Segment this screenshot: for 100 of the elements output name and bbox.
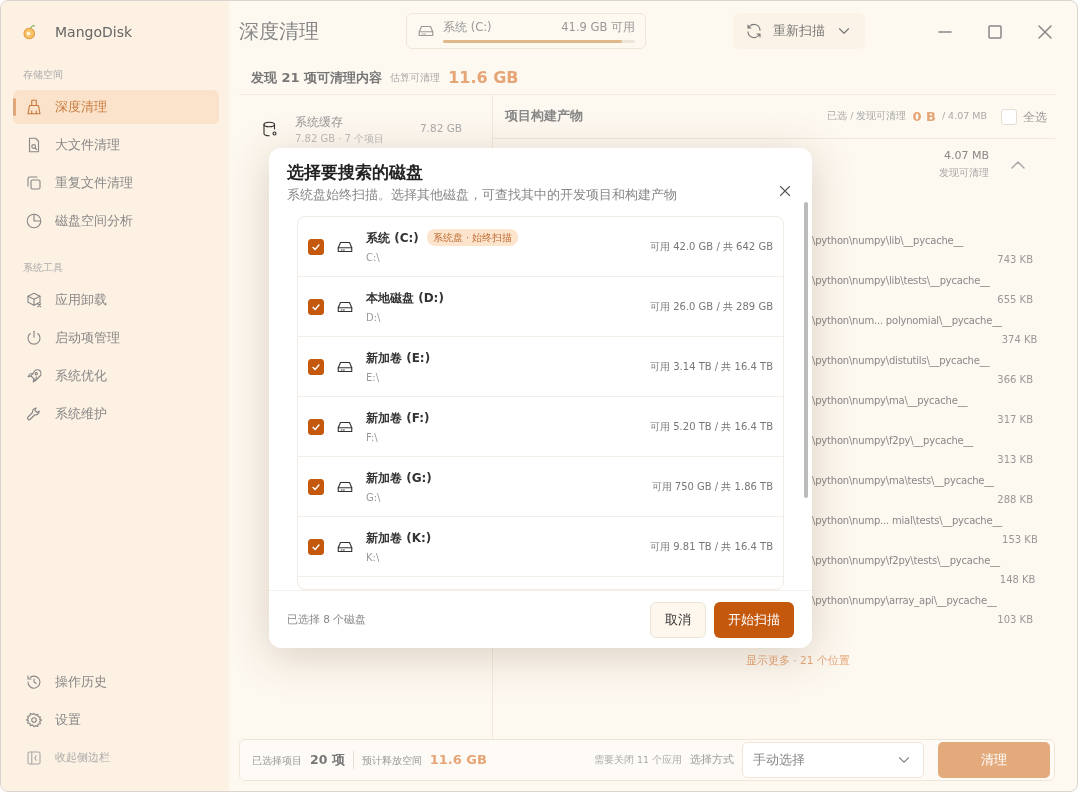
scrollbar[interactable] [804,202,808,498]
history-icon [25,673,43,691]
free-size: 11.6 GB [429,751,487,770]
drive-path: E:\ [366,370,381,385]
group-size: 4.07 MB [942,148,989,165]
drive-name: 新加卷 (K:) [366,529,432,547]
wrench-icon [25,405,43,423]
drive-checkbox[interactable] [308,478,324,495]
drive-checkbox[interactable] [308,358,324,375]
drive-path: F:\ [366,430,379,445]
pie-chart-icon [25,212,43,230]
file-path: \python\numpy\ma\__pycache__ [812,394,968,409]
start-scan-button[interactable]: 开始扫描 [714,601,794,638]
drive-name: 本地磁盘 (D:) [366,289,444,307]
file-path: \python\nump... mial\tests\__pycache__ [812,514,1003,529]
file-path: \python\numpy\lib\tests\__pycache__ [812,274,990,289]
drive-path: K:\ [366,550,381,565]
rescan-button[interactable]: 重新扫描 [733,13,865,49]
drive-path: C:\ [366,250,381,265]
section-title: 项目构建产物 [505,107,583,126]
rocket-icon [25,367,43,385]
disk-chip[interactable]: 系统 (C:) 41.9 GB 可用 [406,13,646,49]
estimate-label: 估算可清理 [390,71,441,85]
file-path: \python\num... polynomial\__pycache__ [812,314,1002,329]
power-icon [25,329,43,347]
drive-checkbox[interactable] [308,238,324,255]
drive-name: 新加卷 (E:) [366,349,431,367]
sidebar-item[interactable]: 深度清理 [13,90,219,124]
drive-checkbox[interactable] [308,538,324,555]
drive-space: 可用 26.0 GB / 共 289 GB [650,300,773,315]
dialog-title: 选择要搜索的磁盘 [287,161,424,184]
file-size: 317 KB [997,413,1033,427]
dialog-subtitle: 系统盘始终扫描。选择其他磁盘，可查找其中的开发项目和构建产物 [287,185,677,204]
sidebar-item[interactable]: 收起侧边栏 [13,741,219,775]
settings-icon [25,711,43,729]
close-icon [1038,24,1052,39]
selected-count: 20 项 [310,750,354,770]
group-caption: 发现可清理 [939,165,989,180]
file-size: 366 KB [997,373,1033,387]
summary-text: 发现 21 项可清理内容 [251,68,383,87]
file-size: 288 KB [997,493,1033,507]
sidebar-item[interactable]: 系统维护 [13,397,219,431]
file-size: 313 KB [997,453,1033,467]
close-apps-note: 需要关闭 11 个应用 [593,752,682,767]
section-title: 存储空间 [23,68,64,82]
selected-count: 已选择 8 个磁盘 [287,611,367,627]
sidebar-item[interactable]: 应用卸载 [13,283,219,317]
check-icon [311,481,321,492]
show-more-link[interactable]: 显示更多 · 21 个位置 [746,653,850,669]
mode-select[interactable]: 手动选择 [742,742,924,778]
select-all-label: 全选 [1023,108,1047,126]
total-size: / 4.07 MB [941,109,987,124]
chevron-up-icon [1011,160,1025,169]
file-size: 374 KB [1001,333,1038,347]
check-icon [311,361,321,372]
drive-space: 可用 750 GB / 共 1.86 TB [651,480,773,495]
copy-icon [25,174,43,192]
drive-path: G:\ [366,490,382,505]
file-path: \python\numpy\array_api\__pycache__ [812,594,997,609]
file-size: 148 KB [999,573,1036,587]
file-path: \python\numpy\f2py\__pycache__ [812,434,974,449]
cancel-button[interactable]: 取消 [650,601,706,638]
drive-name: 新加卷 (G:) [366,469,432,487]
page-title: 深度清理 [239,18,319,45]
sidebar-item[interactable]: 系统优化 [13,359,219,393]
sidebar-item[interactable]: 启动项管理 [13,321,219,355]
app-name: MangoDisk [55,22,133,42]
sidebar-item[interactable]: 重复文件清理 [13,166,219,200]
sidebar-item[interactable]: 设置 [13,703,219,737]
drive-name: 系统 (C:) [366,229,419,247]
database-icon [261,120,279,138]
file-size: 743 KB [997,253,1033,267]
free-label: 预计释放空间 [361,753,422,768]
clean-button[interactable]: 清理 [938,742,1050,778]
drive-checkbox[interactable] [308,298,324,315]
mode-label: 选择方式 [690,752,734,768]
check-icon [311,241,321,252]
drive-space: 可用 42.0 GB / 共 642 GB [650,240,773,255]
system-tag: 系统盘 · 始终扫描 [426,229,519,247]
disk-free: 41.9 GB 可用 [561,19,635,37]
select-all-checkbox[interactable] [1001,108,1017,125]
sidebar-item[interactable]: 操作历史 [13,665,219,699]
file-size: 103 KB [997,613,1033,627]
file-path: \python\numpy\f2py\tests\__pycache__ [812,554,1000,569]
selected-label: 已选择项目 [252,753,302,768]
sidebar-item[interactable]: 磁盘空间分析 [13,204,219,238]
file-size: 153 KB [1002,533,1038,547]
refresh-icon [745,22,763,40]
drive-path: D:\ [366,310,382,325]
file-path: \python\numpy\distutils\__pycache__ [812,354,990,369]
sidebar-item[interactable]: 大文件清理 [13,128,219,162]
sidebar-collapse-icon [25,749,43,767]
estimate-size: 11.6 GB [448,66,519,89]
check-icon [311,421,321,432]
package-icon [25,291,43,309]
disk-label: 系统 (C:) [443,19,492,37]
selected-label: 已选 / 发现可清理 [827,109,907,124]
maximize-icon [988,24,1002,39]
drive-checkbox[interactable] [308,418,324,435]
file-path: \python\numpy\ma\tests\__pycache__ [812,474,994,489]
